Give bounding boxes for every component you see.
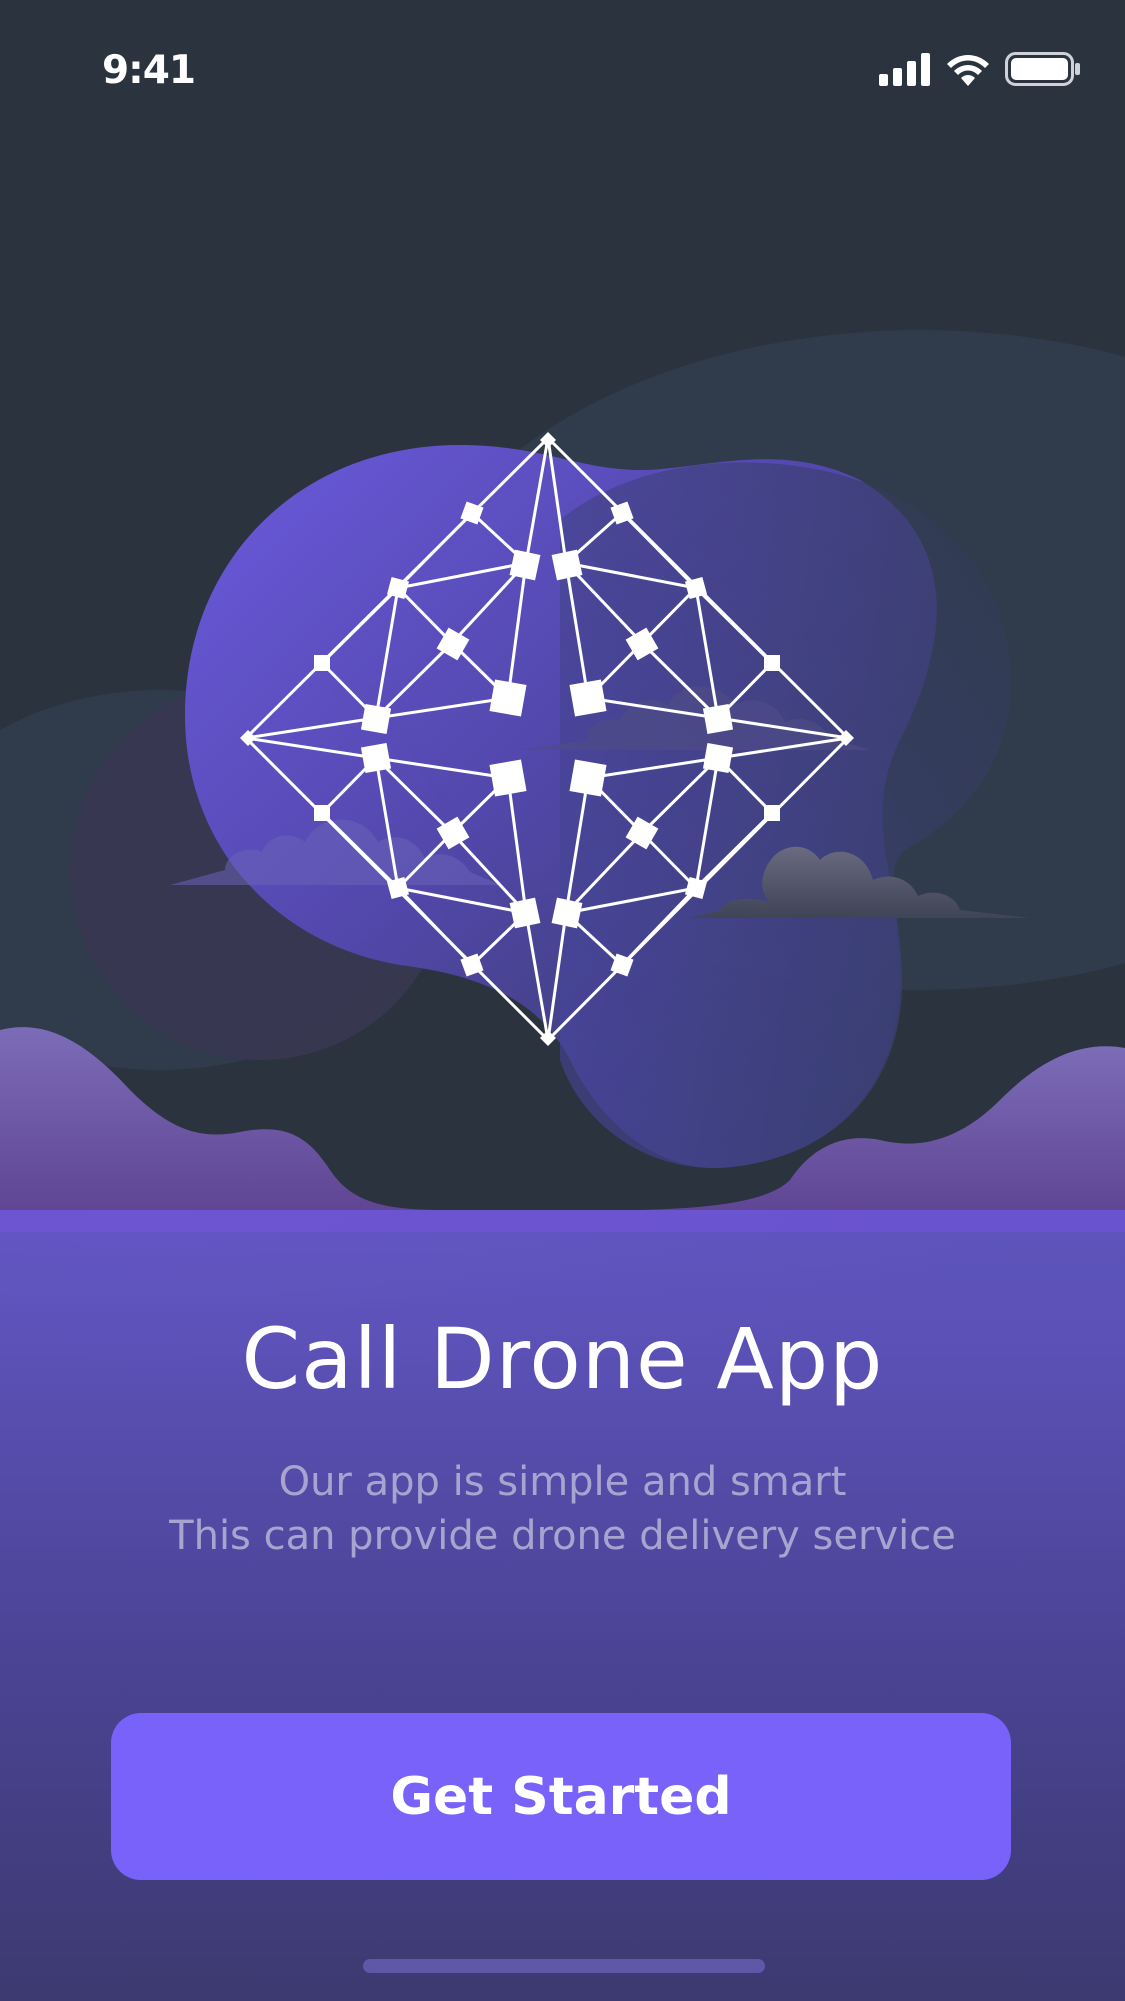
cellular-signal-icon: [879, 53, 930, 86]
page-title: Call Drone App: [241, 1310, 884, 1408]
status-bar: 9:41: [0, 0, 1125, 140]
right-blob: [560, 462, 1012, 1169]
wifi-icon: [947, 55, 989, 86]
subtitle-line-1: Our app is simple and smart: [278, 1459, 847, 1505]
get-started-button[interactable]: Get Started: [111, 1713, 1011, 1880]
status-icons: [879, 52, 1081, 86]
status-time: 9:41: [102, 48, 196, 93]
onboarding-screen: 9:41 Call Drone App Our app is simple an…: [0, 0, 1125, 2001]
hero-illustration: [0, 330, 1125, 1240]
battery-icon: [1005, 52, 1080, 86]
home-indicator[interactable]: [363, 1959, 765, 1973]
subtitle-line-2: This can provide drone delivery service: [169, 1513, 956, 1559]
